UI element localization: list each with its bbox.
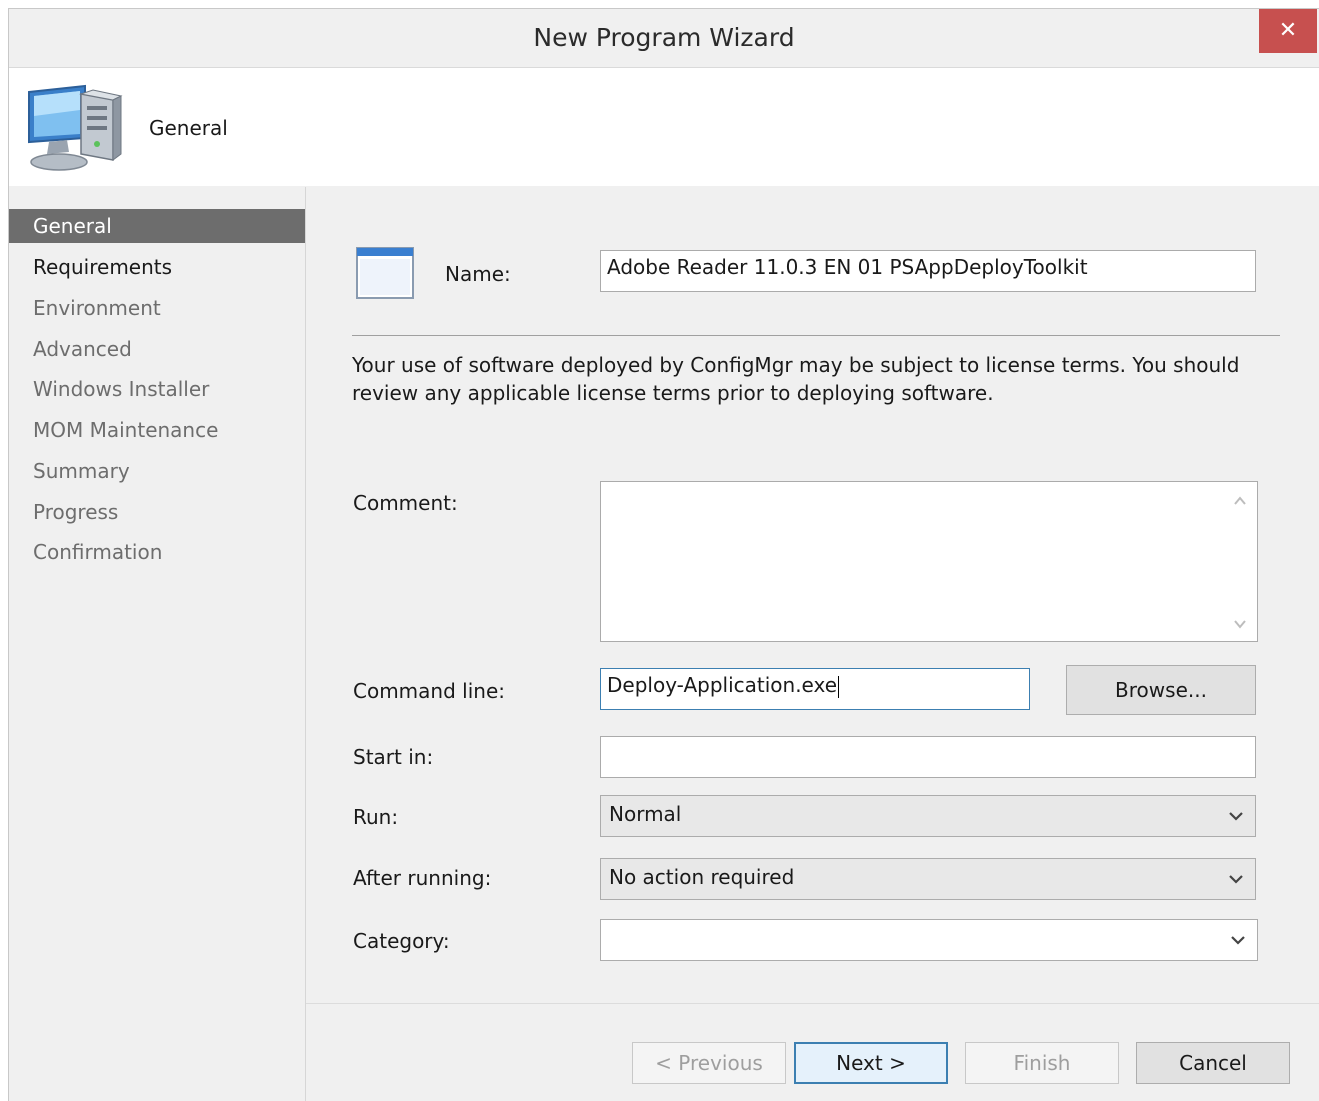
wizard-footer: < Previous Next > Finish Cancel	[306, 1003, 1319, 1101]
chevron-down-icon	[1229, 875, 1243, 884]
wizard-window: New Program Wizard ✕ General General Req…	[8, 8, 1319, 1101]
name-input[interactable]: Adobe Reader 11.0.3 EN 01 PSAppDeployToo…	[600, 250, 1256, 292]
text-caret	[838, 675, 840, 698]
nav-item-progress: Progress	[33, 500, 119, 524]
start-in-label: Start in:	[353, 745, 434, 769]
cancel-button[interactable]: Cancel	[1136, 1042, 1290, 1084]
scroll-up-icon[interactable]	[1233, 494, 1247, 508]
name-label: Name:	[445, 262, 511, 286]
close-button[interactable]: ✕	[1259, 9, 1317, 53]
start-in-input[interactable]	[600, 736, 1256, 778]
category-select[interactable]	[600, 919, 1258, 961]
category-label: Category:	[353, 929, 450, 953]
wizard-nav: General Requirements Environment Advance…	[9, 187, 306, 1101]
command-line-value: Deploy-Application.exe	[607, 673, 838, 697]
nav-item-windows-installer: Windows Installer	[33, 377, 210, 401]
comment-textarea[interactable]	[600, 481, 1258, 642]
close-icon: ✕	[1278, 18, 1298, 43]
finish-button: Finish	[965, 1042, 1119, 1084]
nav-item-environment: Environment	[33, 296, 161, 320]
title-bar: New Program Wizard ✕	[9, 9, 1319, 68]
browse-button[interactable]: Browse...	[1066, 665, 1256, 715]
scroll-down-icon[interactable]	[1233, 617, 1247, 631]
nav-item-summary: Summary	[33, 459, 130, 483]
wizard-header: General	[9, 68, 1319, 186]
nav-item-requirements[interactable]: Requirements	[9, 250, 305, 284]
page-title: General	[149, 116, 228, 140]
divider	[352, 335, 1280, 336]
next-button[interactable]: Next >	[794, 1042, 948, 1084]
nav-item-mom-maintenance: MOM Maintenance	[33, 418, 219, 442]
comment-label: Comment:	[353, 491, 458, 515]
previous-button: < Previous	[632, 1042, 786, 1084]
window-title: New Program Wizard	[533, 23, 795, 52]
wizard-content: Name: Adobe Reader 11.0.3 EN 01 PSAppDep…	[306, 187, 1319, 1002]
after-running-select[interactable]: No action required	[600, 858, 1256, 900]
chevron-down-icon	[1229, 812, 1243, 821]
license-text: Your use of software deployed by ConfigM…	[352, 353, 1240, 405]
nav-item-confirmation: Confirmation	[33, 540, 163, 564]
nav-item-advanced: Advanced	[33, 337, 132, 361]
after-running-label: After running:	[353, 866, 492, 890]
chevron-down-icon	[1231, 936, 1245, 945]
run-selected-value: Normal	[609, 802, 682, 826]
program-window-icon	[356, 247, 414, 299]
run-select[interactable]: Normal	[600, 795, 1256, 837]
command-line-input[interactable]: Deploy-Application.exe	[600, 668, 1030, 710]
computer-icon	[28, 84, 123, 171]
command-line-label: Command line:	[353, 679, 505, 703]
nav-item-general[interactable]: General	[9, 209, 305, 243]
run-label: Run:	[353, 805, 399, 829]
after-running-selected-value: No action required	[609, 865, 795, 889]
